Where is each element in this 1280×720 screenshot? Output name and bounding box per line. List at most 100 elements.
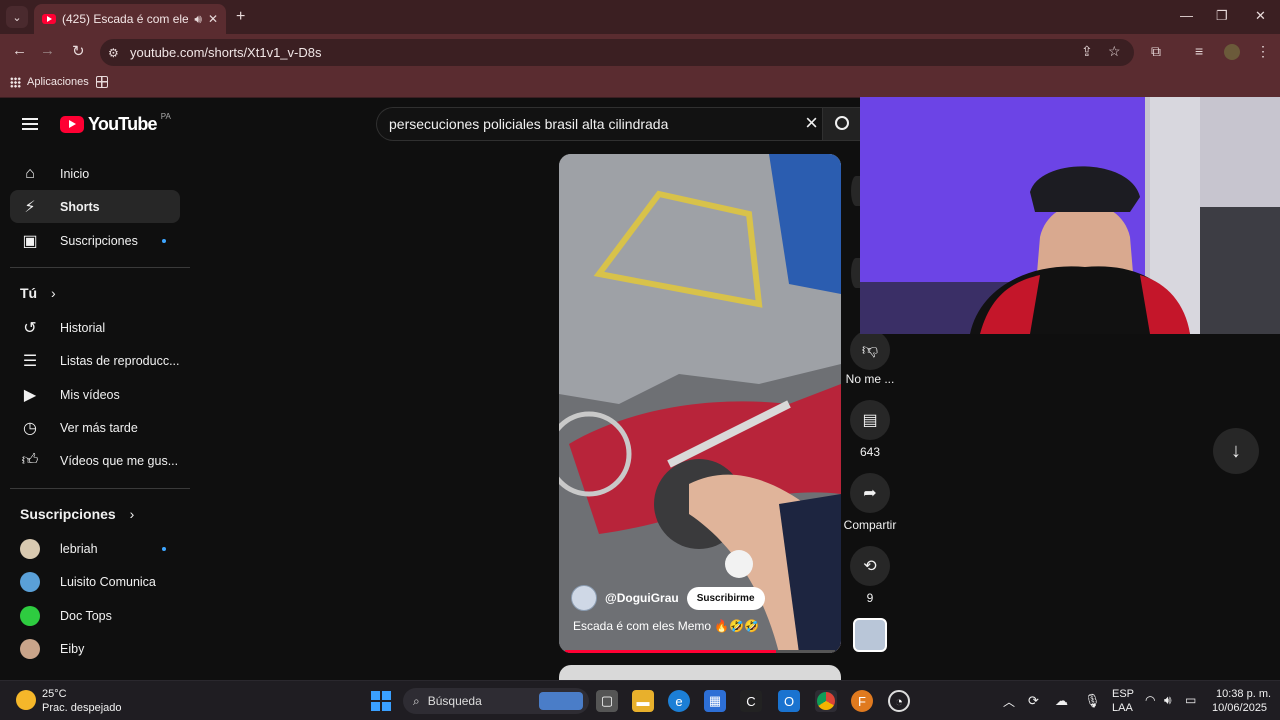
close-tab-icon[interactable]: ✕ <box>208 12 218 26</box>
sidebar-item-historial[interactable]: ↺ Historial <box>10 311 180 344</box>
tab-title: (425) Escada é com eles Memo <box>62 12 189 26</box>
weather-temp[interactable]: 25°C <box>42 688 67 700</box>
share-label: Compartir <box>843 518 897 532</box>
dislike-button[interactable]: 👎︎ <box>850 330 890 370</box>
language-top[interactable]: ESP <box>1112 688 1134 700</box>
clock-time[interactable]: 10:38 p. m. <box>1216 688 1271 700</box>
browser-menu-icon[interactable]: ⋮ <box>1256 43 1270 60</box>
my-videos-icon: ▶︎ <box>23 386 37 404</box>
search-query[interactable]: persecuciones policiales brasil alta cil… <box>389 116 668 132</box>
close-window-icon[interactable]: ✕ <box>1255 8 1266 24</box>
avatar <box>20 571 40 592</box>
next-short-button[interactable]: ↓ <box>1213 428 1259 474</box>
sidebar-item-mis-videos[interactable]: ▶︎ Mis vídeos <box>10 378 180 411</box>
clock-date[interactable]: 10/06/2025 <box>1212 702 1267 714</box>
bookmark-star-icon[interactable]: ☆ <box>1108 43 1121 60</box>
audio-thumbnail[interactable] <box>853 618 887 652</box>
taskbar-search[interactable]: ⌕ Búsqueda <box>403 688 589 714</box>
sidebar-item-ver-mas-tarde[interactable]: ◷ Ver más tarde <box>10 411 180 444</box>
sidebar-sub-eiby[interactable]: Eiby <box>10 632 180 665</box>
channel-name[interactable]: @DoguiGrau <box>605 591 679 605</box>
tab-search-button[interactable]: ⌄ <box>6 6 28 28</box>
wifi-icon[interactable]: ◠ <box>1145 693 1155 707</box>
app-icon[interactable]: ◔ <box>888 690 910 712</box>
search-button[interactable] <box>822 107 862 141</box>
apps-bookmark[interactable]: Aplicaciones <box>10 76 89 88</box>
dislike-label: No me ... <box>845 372 895 386</box>
active-tab[interactable]: (425) Escada é com eles Memo 🔊︎ ✕ <box>34 4 226 34</box>
task-view-icon[interactable]: ▢ <box>596 690 618 712</box>
tab-groups-bookmark[interactable] <box>96 76 108 88</box>
chevron-up-icon[interactable]: ︿ <box>1003 693 1015 710</box>
url-text[interactable]: youtube.com/shorts/Xt1v1_v-D8s <box>130 45 321 60</box>
reload-icon[interactable]: ↻ <box>72 42 85 60</box>
new-tab-icon[interactable]: + <box>236 8 245 26</box>
search-icon <box>835 116 849 130</box>
windows-start-icon[interactable] <box>370 690 392 712</box>
weather-icon[interactable] <box>16 690 36 710</box>
remix-button[interactable]: ⟲ <box>850 546 890 586</box>
subscribe-button[interactable]: Suscribirme <box>686 586 765 610</box>
media-controls-icon[interactable]: ≡ <box>1195 43 1203 59</box>
microphone-icon[interactable]: 🎙︎ <box>1084 693 1101 709</box>
home-icon: ⌂ <box>25 164 35 182</box>
minimize-icon[interactable]: — <box>1180 8 1193 23</box>
progress-bar[interactable] <box>565 650 835 653</box>
extensions-icon[interactable]: ⧉ <box>1151 43 1161 60</box>
sidebar-sub-doc-tops[interactable]: Doc Tops <box>10 599 180 632</box>
language-bottom[interactable]: LAA <box>1112 702 1133 714</box>
apps-label: Aplicaciones <box>27 76 89 88</box>
clear-search-icon[interactable]: × <box>805 112 818 134</box>
address-bar[interactable]: ⚙︎ youtube.com/shorts/Xt1v1_v-D8s <box>100 39 1134 66</box>
sidebar-sub-lebriah[interactable]: lebriah <box>10 532 180 565</box>
site-info-icon[interactable]: ⚙︎ <box>108 46 124 60</box>
sidebar-item-label: Mis vídeos <box>60 387 120 402</box>
share-button[interactable]: ➦ <box>850 473 890 513</box>
fl-studio-icon[interactable]: F <box>851 690 873 712</box>
sidebar-item-label: Eiby <box>60 641 85 656</box>
sidebar-sub-luisito[interactable]: Luisito Comunica <box>10 565 180 598</box>
short-title[interactable]: Escada é com eles Memo 🔥🤣🤣 <box>573 619 759 633</box>
sidebar-divider <box>10 488 190 489</box>
you-section-header[interactable]: Tú › <box>20 285 56 301</box>
install-app-icon[interactable]: ⇪ <box>1081 43 1093 60</box>
sidebar-item-inicio[interactable]: ⌂ Inicio <box>10 157 180 190</box>
comments-button[interactable]: ▤ <box>850 400 890 440</box>
youtube-logo[interactable]: YouTube PA <box>60 112 171 135</box>
sidebar-item-shorts[interactable]: ⚡︎ Shorts <box>10 190 180 223</box>
battery-icon[interactable]: ▭ <box>1185 693 1196 707</box>
channel-avatar[interactable] <box>571 585 597 611</box>
cloud-icon[interactable]: ☁︎ <box>1055 693 1068 709</box>
hamburger-menu-icon[interactable] <box>22 118 38 130</box>
sync-icon[interactable]: ⟳ <box>1028 693 1039 709</box>
edge-icon[interactable]: e <box>668 690 690 712</box>
cod-app-icon[interactable]: C <box>740 690 762 712</box>
search-input[interactable]: persecuciones policiales brasil alta cil… <box>376 107 822 141</box>
browser-tab-bar: ⌄ (425) Escada é com eles Memo 🔊︎ ✕ + — … <box>0 0 1280 34</box>
speaker-icon[interactable]: 🔊︎ <box>194 12 202 27</box>
maximize-icon[interactable]: ❐ <box>1216 8 1228 24</box>
outlook-icon[interactable]: O <box>778 690 800 712</box>
store-icon[interactable]: ▦ <box>704 690 726 712</box>
weather-desc[interactable]: Prac. despejado <box>42 702 122 714</box>
sidebar-item-listas[interactable]: ☰ Listas de reproducc... <box>10 344 180 377</box>
sidebar-item-liked[interactable]: 👍︎ Vídeos que me gus... <box>10 444 180 477</box>
forward-icon[interactable]: → <box>40 42 55 59</box>
chevron-right-icon: › <box>129 506 135 522</box>
short-video-player[interactable]: @DoguiGrau Suscribirme Escada é com eles… <box>559 154 841 653</box>
file-explorer-icon[interactable]: ▬ <box>632 690 654 712</box>
sidebar-item-label: Suscripciones <box>60 233 138 248</box>
apps-grid-icon <box>10 76 21 88</box>
volume-icon[interactable]: 🔊︎ <box>1164 693 1172 708</box>
sidebar-item-label: Luisito Comunica <box>60 574 156 589</box>
browser-toolbar: ← → ↻ ⚙︎ youtube.com/shorts/Xt1v1_v-D8s … <box>0 34 1280 70</box>
country-code: PA <box>160 112 171 121</box>
sidebar-item-suscripciones[interactable]: ▣ Suscripciones <box>10 224 180 257</box>
arrow-down-icon: ↓ <box>1231 439 1241 462</box>
youtube-favicon-icon <box>42 14 56 24</box>
chrome-icon[interactable] <box>815 690 837 712</box>
profile-avatar[interactable] <box>1224 44 1240 60</box>
back-icon[interactable]: ← <box>12 42 27 59</box>
avatar <box>20 605 40 626</box>
subscriptions-section-header[interactable]: Suscripciones › <box>20 506 134 522</box>
